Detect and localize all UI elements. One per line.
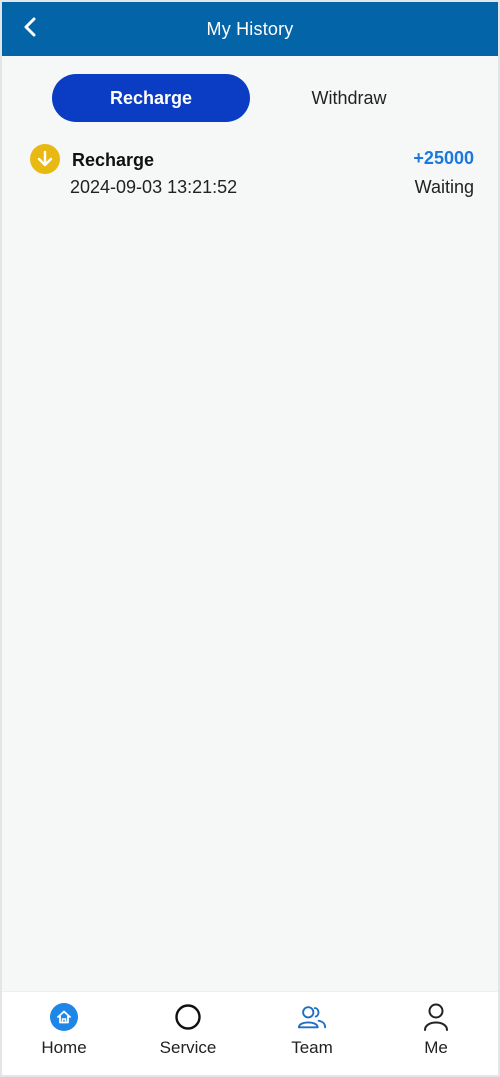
- nav-item-team[interactable]: Team: [250, 992, 374, 1075]
- chevron-left-icon: [23, 17, 37, 42]
- home-icon: [49, 1002, 79, 1032]
- tab-withdraw[interactable]: Withdraw: [250, 74, 448, 122]
- history-tabs: Recharge Withdraw: [52, 74, 452, 122]
- nav-item-service[interactable]: Service: [126, 992, 250, 1075]
- nav-item-me[interactable]: Me: [374, 992, 498, 1075]
- nav-label-me: Me: [424, 1038, 448, 1057]
- header-bar: My History: [2, 2, 498, 56]
- team-icon: [297, 1002, 327, 1032]
- bottom-navigation: Home Service Team Me: [2, 991, 498, 1075]
- back-button[interactable]: [16, 14, 44, 44]
- page-title: My History: [206, 18, 294, 39]
- record-datetime: 2024-09-03 13:21:52: [70, 177, 238, 197]
- nav-item-home[interactable]: Home: [2, 992, 126, 1075]
- nav-label-team: Team: [291, 1038, 333, 1057]
- record-amount: +25000: [413, 148, 474, 168]
- record-title: Recharge: [72, 150, 155, 170]
- service-icon: [173, 1002, 203, 1032]
- tab-recharge[interactable]: Recharge: [52, 74, 250, 122]
- nav-label-service: Service: [159, 1038, 217, 1057]
- app-frame: My History Recharge Withdraw Recharge 20…: [0, 0, 500, 1077]
- nav-label-home: Home: [41, 1038, 87, 1057]
- user-icon: [421, 1002, 451, 1032]
- history-record[interactable]: Recharge 2024-09-03 13:21:52 +25000 Wait…: [30, 144, 474, 204]
- arrow-down-icon: [30, 144, 60, 174]
- record-status: Waiting: [414, 177, 474, 197]
